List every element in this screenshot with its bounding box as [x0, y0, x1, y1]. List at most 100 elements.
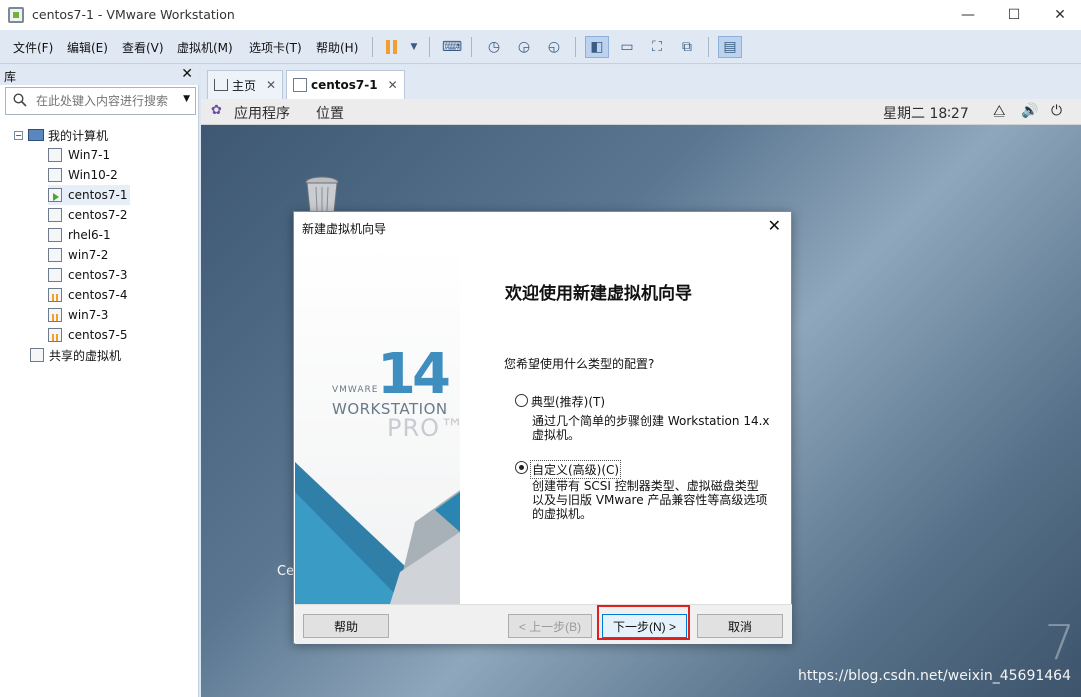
pause-icon: [385, 40, 397, 54]
toolbar-separator: [575, 37, 576, 57]
workstation-banner: 14 VMWARE WORKSTATION PRO™: [295, 242, 460, 604]
tree-label: 共享的虚拟机: [49, 348, 122, 363]
title-bar: centos7-1 - VMware Workstation — ☐ ✕: [0, 0, 1081, 30]
tree-item-vm[interactable]: centos7-2: [48, 205, 127, 225]
search-icon: [13, 93, 27, 107]
send-ctrl-alt-del-icon[interactable]: ⌨: [440, 36, 464, 58]
tab-bar: 主页 ✕ centos7-1 ✕: [201, 65, 1081, 99]
close-tab-icon[interactable]: ✕: [388, 78, 398, 92]
tree-item-vm[interactable]: centos7-5: [48, 325, 127, 345]
custom-option-label[interactable]: 自定义(高级)(C): [530, 460, 622, 479]
show-library-icon[interactable]: ◧: [585, 36, 609, 58]
vm-running-icon: [293, 78, 307, 92]
home-icon: [214, 79, 228, 91]
thumbnail-bar-icon[interactable]: ▭: [615, 36, 639, 58]
custom-desc-line2: 以及与旧版 VMware 产品兼容性等高级选项: [532, 493, 768, 507]
tree-item-vm[interactable]: Win10-2: [48, 165, 118, 185]
guest-clock[interactable]: 星期二 18∶27: [883, 103, 969, 123]
tree-label: Win7-1: [68, 148, 111, 162]
console-view-icon[interactable]: ▤: [718, 36, 742, 58]
volume-icon[interactable]: 🔊: [1021, 103, 1038, 119]
tree-item-vm[interactable]: win7-2: [48, 245, 108, 265]
menu-tabs[interactable]: 选项卡(T): [249, 39, 302, 56]
config-question: 您希望使用什么类型的配置?: [504, 357, 655, 371]
logo-pro: PRO™: [387, 414, 460, 442]
back-button[interactable]: < 上一步(B): [508, 614, 592, 638]
blog-watermark: https://blog.csdn.net/weixin_45691464: [797, 668, 1071, 684]
close-tab-icon[interactable]: ✕: [266, 78, 276, 92]
toolbar-separator: [471, 37, 472, 57]
minimize-button[interactable]: —: [945, 0, 991, 30]
guest-top-bar: ✿ 应用程序 位置 星期二 18∶27 ⧋ 🔊 ⏻: [201, 99, 1081, 125]
full-screen-icon[interactable]: ⛶: [645, 36, 669, 58]
tree-item-vm[interactable]: Win7-1: [48, 145, 110, 165]
typical-option-label[interactable]: 典型(推荐)(T): [531, 393, 605, 410]
cancel-button[interactable]: 取消: [697, 614, 783, 638]
dialog-footer: 帮助 < 上一步(B) 下一步(N) > 取消: [295, 604, 792, 644]
tree-label: centos7-4: [68, 288, 128, 302]
typical-desc-line1: 通过几个简单的步骤创建 Workstation 14.x: [532, 414, 770, 428]
menu-toolbar-bar: 文件(F) 编辑(E) 查看(V) 虚拟机(M) 选项卡(T) 帮助(H) ▼ …: [0, 30, 1081, 64]
menu-view[interactable]: 查看(V): [122, 39, 164, 56]
snapshot-manager-icon[interactable]: ◵: [542, 36, 566, 58]
dialog-close-icon[interactable]: ✕: [768, 216, 781, 235]
tree-item-vm[interactable]: centos7-4: [48, 285, 127, 305]
vm-icon: [48, 148, 62, 162]
gnome-foot-icon: ✿: [211, 103, 222, 118]
vm-paused-icon: [48, 328, 62, 342]
menu-file[interactable]: 文件(F): [13, 39, 53, 56]
tree-label: win7-2: [68, 248, 109, 262]
typical-desc-line2: 虚拟机。: [532, 428, 581, 442]
dialog-title: 新建虚拟机向导: [302, 222, 387, 236]
power-icon[interactable]: ⏻: [1051, 103, 1062, 119]
tab-centos7-1[interactable]: centos7-1 ✕: [286, 70, 405, 99]
maximize-button[interactable]: ☐: [991, 0, 1037, 30]
menu-help[interactable]: 帮助(H): [316, 39, 358, 56]
trash-icon[interactable]: [304, 175, 340, 215]
help-button[interactable]: 帮助: [303, 614, 389, 638]
power-dropdown-icon[interactable]: ▼: [402, 36, 426, 58]
computer-icon: [28, 129, 44, 141]
tree-item-shared-vms[interactable]: 共享的虚拟机: [30, 345, 121, 365]
close-window-button[interactable]: ✕: [1037, 0, 1081, 30]
vmware-app-icon: [8, 7, 24, 23]
places-menu[interactable]: 位置: [316, 103, 344, 123]
revert-snapshot-icon[interactable]: ◶: [512, 36, 536, 58]
tree-label: centos7-5: [68, 328, 128, 342]
shared-vm-icon: [30, 348, 44, 362]
wizard-heading: 欢迎使用新建虚拟机向导: [505, 284, 692, 304]
tab-home[interactable]: 主页 ✕: [207, 70, 284, 99]
typical-radio[interactable]: [515, 394, 528, 407]
window-title: centos7-1 - VMware Workstation: [32, 7, 235, 22]
search-dropdown-icon[interactable]: ▼: [183, 94, 190, 104]
pause-button[interactable]: [379, 36, 403, 58]
desktop-icon-label: Ce: [277, 564, 295, 579]
tree-item-vm[interactable]: rhel6-1: [48, 225, 111, 245]
tree-label: centos7-2: [68, 208, 128, 222]
menu-vm[interactable]: 虚拟机(M): [177, 39, 233, 56]
library-search[interactable]: ▼: [5, 87, 196, 115]
collapse-icon[interactable]: −: [14, 130, 23, 140]
toolbar-separator: [372, 37, 373, 57]
vm-paused-icon: [48, 308, 62, 322]
tree-item-vm[interactable]: win7-3: [48, 305, 108, 325]
applications-menu[interactable]: 应用程序: [234, 103, 290, 123]
tree-label: 我的计算机: [48, 128, 109, 143]
toolbar-separator: [429, 37, 430, 57]
tree-item-my-computer[interactable]: − 我的计算机: [14, 125, 108, 145]
vm-running-icon: [48, 188, 62, 202]
close-library-icon[interactable]: ✕: [181, 66, 193, 82]
tree-item-vm-selected[interactable]: centos7-1: [48, 185, 131, 205]
menu-edit[interactable]: 编辑(E): [67, 39, 108, 56]
library-panel: 库 ✕ ▼ − 我的计算机 Win7-1 Win10-2 centos7-1 c…: [0, 65, 199, 697]
search-input[interactable]: [36, 92, 176, 110]
vm-icon: [48, 228, 62, 242]
unity-icon[interactable]: ⧉: [675, 36, 699, 58]
tree-item-vm[interactable]: centos7-3: [48, 265, 127, 285]
take-snapshot-icon[interactable]: ◷: [482, 36, 506, 58]
vm-icon: [48, 268, 62, 282]
tab-label: centos7-1: [311, 78, 378, 92]
vm-icon: [48, 168, 62, 182]
custom-radio[interactable]: [515, 461, 528, 474]
network-icon[interactable]: ⧋: [993, 103, 1006, 119]
